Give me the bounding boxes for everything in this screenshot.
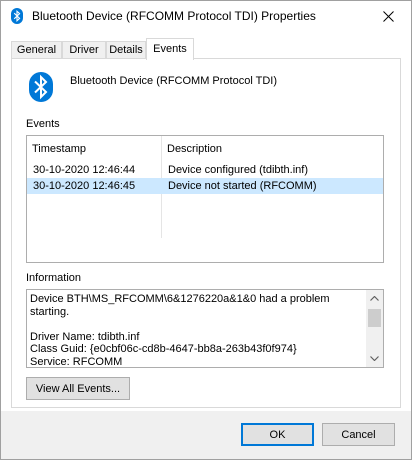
device-name: Bluetooth Device (RFCOMM Protocol TDI) xyxy=(70,75,278,87)
bluetooth-icon xyxy=(11,8,23,24)
column-header-description[interactable]: Description xyxy=(162,140,382,159)
column-header-timestamp[interactable]: Timestamp xyxy=(27,140,161,159)
chevron-down-icon xyxy=(370,356,379,361)
tab-strip: General Driver Details Events xyxy=(11,38,401,60)
tab-general[interactable]: General xyxy=(11,41,62,59)
close-button[interactable] xyxy=(365,1,411,31)
ok-button[interactable]: OK xyxy=(241,423,314,446)
properties-dialog: Bluetooth Device (RFCOMM Protocol TDI) P… xyxy=(0,0,412,460)
bluetooth-icon xyxy=(28,72,54,102)
cancel-button[interactable]: Cancel xyxy=(322,423,395,446)
information-box[interactable]: Device BTH\MS_RFCOMM\6&1276220a&1&0 had … xyxy=(26,289,384,368)
title-bar[interactable]: Bluetooth Device (RFCOMM Protocol TDI) P… xyxy=(1,1,411,31)
event-description: Device not started (RFCOMM) xyxy=(168,180,317,192)
event-description: Device configured (tdibth.inf) xyxy=(168,164,309,176)
table-row[interactable]: 30-10-2020 12:46:44 Device configured (t… xyxy=(27,162,383,178)
events-list[interactable]: Timestamp Description 30-10-2020 12:46:4… xyxy=(26,135,384,263)
table-row-selected[interactable]: 30-10-2020 12:46:45 Device not started (… xyxy=(27,178,383,194)
event-timestamp: 30-10-2020 12:46:45 xyxy=(33,180,136,192)
tab-events[interactable]: Events xyxy=(146,38,194,60)
scroll-up-button[interactable] xyxy=(366,290,383,307)
scroll-down-button[interactable] xyxy=(366,350,383,367)
vertical-scrollbar[interactable] xyxy=(366,290,383,367)
tab-driver[interactable]: Driver xyxy=(62,41,106,59)
scroll-thumb[interactable] xyxy=(368,309,381,327)
close-icon xyxy=(382,10,394,22)
dialog-footer: OK Cancel xyxy=(1,411,411,459)
tab-details[interactable]: Details xyxy=(106,41,146,59)
event-timestamp: 30-10-2020 12:46:44 xyxy=(33,164,136,176)
events-label: Events xyxy=(26,118,60,130)
events-tab-panel: Bluetooth Device (RFCOMM Protocol TDI) E… xyxy=(11,58,401,408)
information-label: Information xyxy=(26,272,82,284)
list-header: Timestamp Description xyxy=(27,140,383,159)
view-all-events-button[interactable]: View All Events... xyxy=(26,377,130,400)
chevron-up-icon xyxy=(370,296,379,301)
information-text[interactable]: Device BTH\MS_RFCOMM\6&1276220a&1&0 had … xyxy=(30,293,362,367)
window-title: Bluetooth Device (RFCOMM Protocol TDI) P… xyxy=(32,9,316,23)
